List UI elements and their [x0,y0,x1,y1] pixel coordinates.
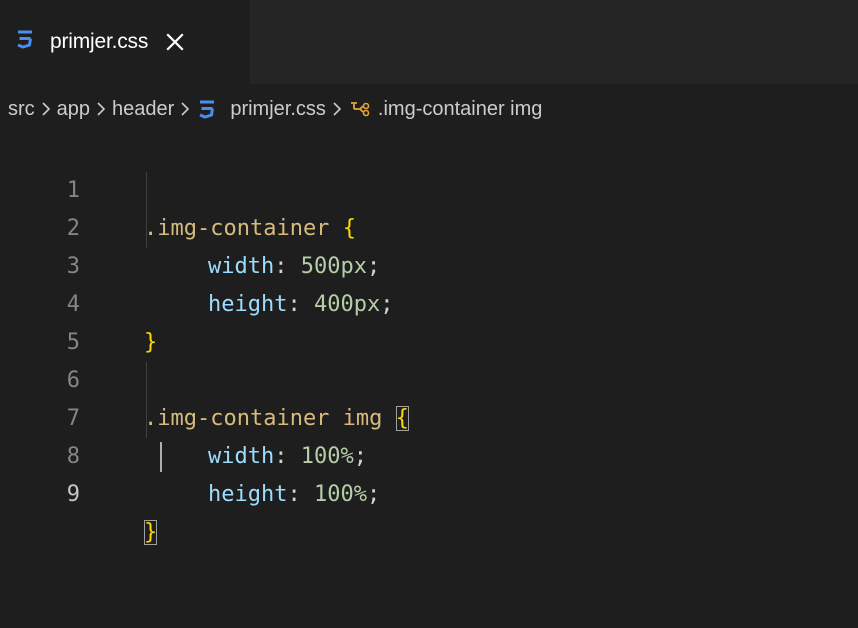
close-icon[interactable] [164,31,186,53]
breadcrumb-item-src[interactable]: src [8,98,35,121]
chevron-right-icon [332,101,342,117]
breadcrumb-item-symbol[interactable]: .img-container img [378,98,543,121]
code-line[interactable]: 6 .img-container img { [0,324,858,431]
code-line-active[interactable]: 9 } [0,438,858,545]
tab-label: primjer.css [50,30,149,53]
code-line[interactable]: 7 width: 100%; [0,362,858,469]
css-rule-symbol-icon [348,99,372,119]
chevron-right-icon [96,101,106,117]
breadcrumb-item-file[interactable]: primjer.css [230,98,326,121]
tab-primjer-css[interactable]: primjer.css [0,0,250,84]
code-line[interactable]: 1 .img-container { [0,134,858,241]
code-line[interactable]: 3 height: 400px; [0,210,858,317]
close-brace-matched: } [144,520,158,545]
chevron-right-icon [41,101,51,117]
code-line[interactable]: 8 height: 100%; [0,400,858,507]
line-content: } [144,514,158,552]
code-line[interactable]: 4 } [0,248,858,355]
code-line[interactable]: 5 [0,286,858,355]
chevron-right-icon [180,101,190,117]
css3-icon [14,28,36,56]
line-content: height: 100%; [208,482,381,507]
code-line[interactable]: 2 width: 500px; [0,172,858,279]
line-number: 9 [66,482,80,507]
css3-icon [196,98,218,120]
breadcrumb-item-header[interactable]: header [112,98,174,121]
breadcrumb-item-app[interactable]: app [57,98,90,121]
code-editor[interactable]: 1 .img-container { 2 width: 500px; 3 hei… [0,134,858,545]
tab-bar: primjer.css [0,0,858,84]
breadcrumb: src app header primjer.css .img-containe… [0,84,858,134]
text-cursor [160,442,162,472]
